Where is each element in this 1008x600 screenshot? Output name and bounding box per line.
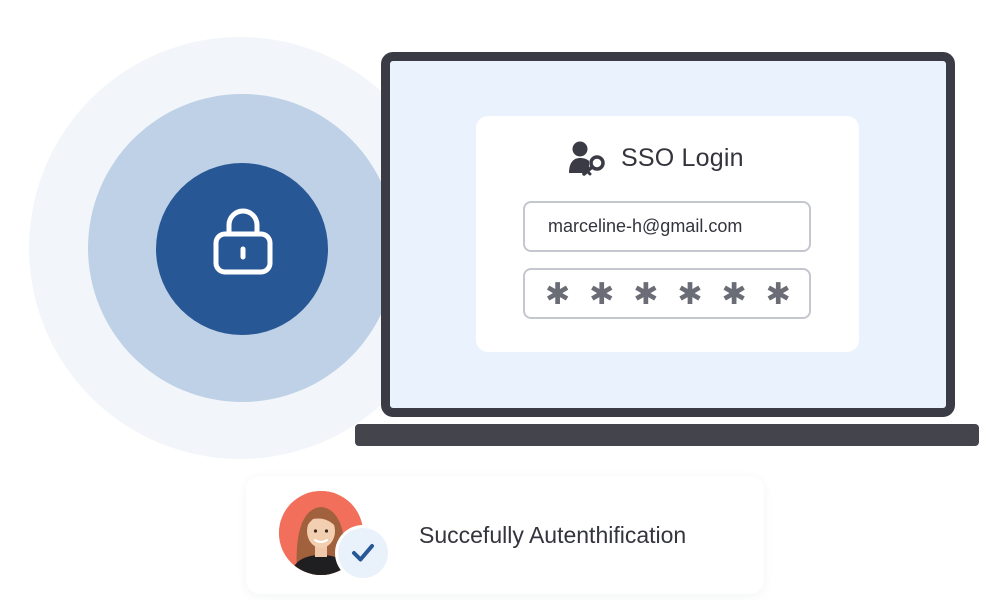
email-value: marceline-h@gmail.com xyxy=(548,216,743,236)
verified-badge xyxy=(338,528,388,578)
login-title: SSO Login xyxy=(621,143,744,172)
email-field[interactable]: marceline-h@gmail.com xyxy=(523,201,811,252)
password-mask: ✱✱✱✱✱✱ xyxy=(545,277,810,312)
login-header: SSO Login xyxy=(569,140,744,176)
lock-icon xyxy=(213,208,273,275)
auth-status-message: Succefully Autenthification xyxy=(419,522,687,548)
user-key-icon xyxy=(569,141,605,176)
checkmark-icon xyxy=(352,544,374,562)
password-field[interactable]: ✱✱✱✱✱✱ xyxy=(523,268,811,319)
laptop-base xyxy=(355,424,979,446)
